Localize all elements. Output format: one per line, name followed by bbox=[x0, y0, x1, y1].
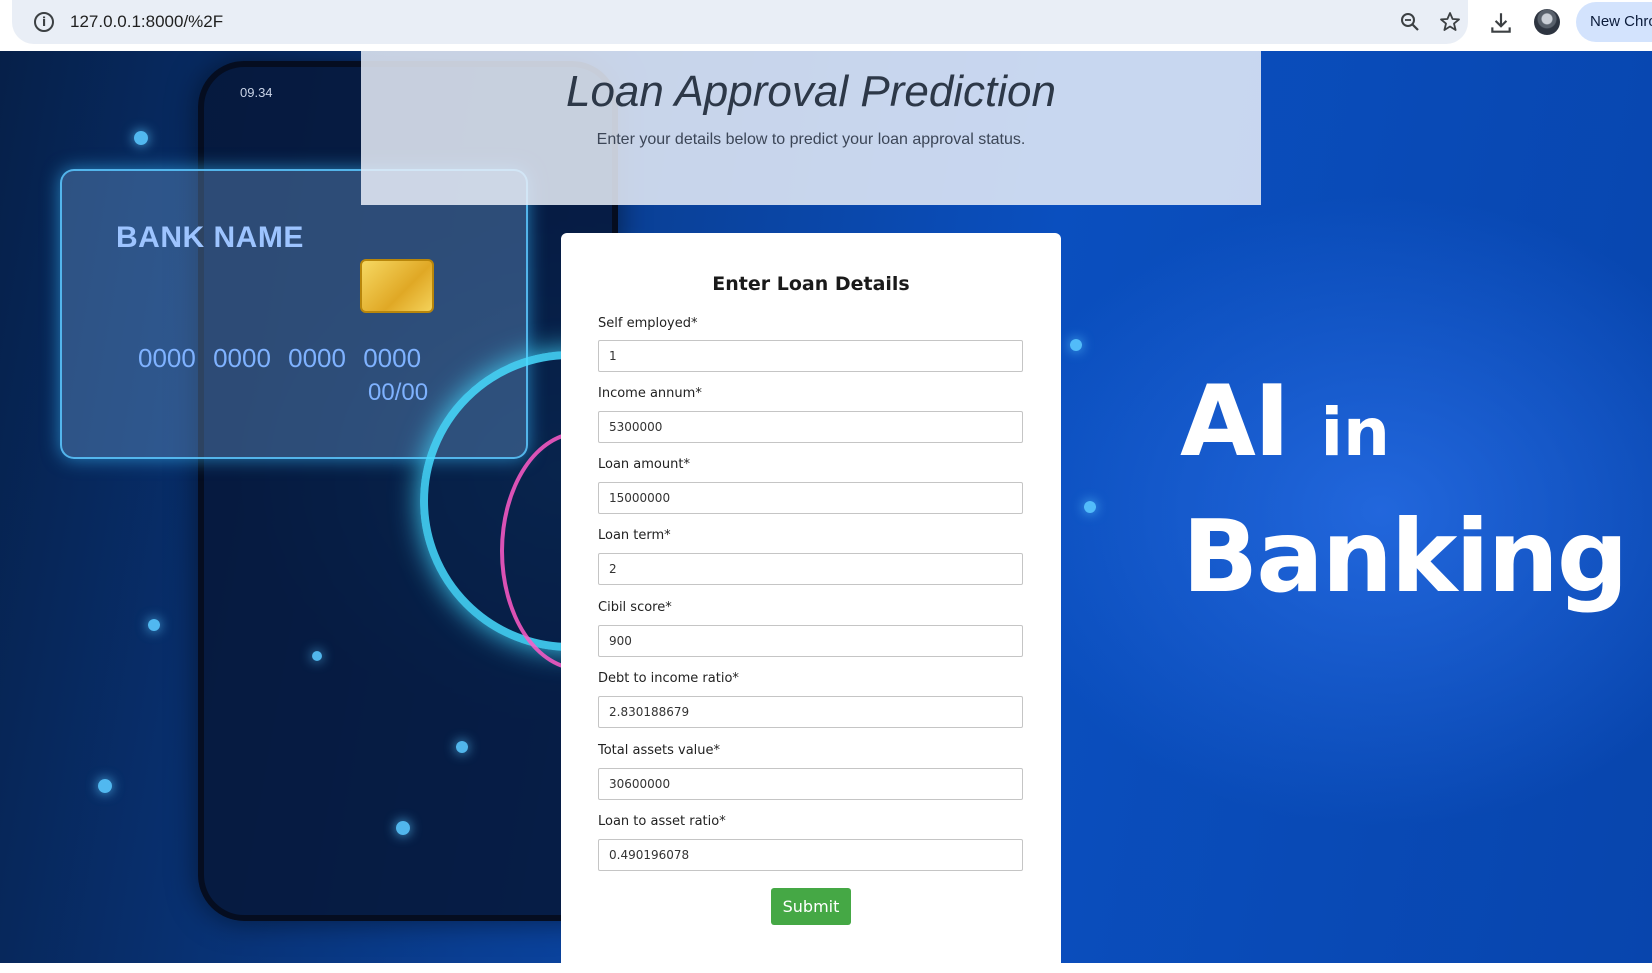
loan-amount-label: Loan amount* bbox=[598, 457, 690, 472]
phone-time: 09.34 bbox=[240, 85, 273, 100]
glow-dot bbox=[456, 741, 468, 753]
card-expiry: 00/00 bbox=[368, 379, 429, 406]
loan-form-card: Enter Loan Details Self employed* Income… bbox=[561, 233, 1061, 973]
form-title: Enter Loan Details bbox=[712, 273, 910, 295]
income-annum-label: Income annum* bbox=[598, 386, 702, 401]
loan-amount-input[interactable] bbox=[598, 482, 1023, 514]
glow-dot bbox=[1070, 339, 1082, 351]
profile-avatar[interactable] bbox=[1534, 9, 1560, 35]
total-assets-value-input[interactable] bbox=[598, 768, 1023, 800]
loan-term-input[interactable] bbox=[598, 553, 1023, 585]
star-icon[interactable] bbox=[1438, 10, 1462, 34]
loan-to-asset-ratio-input[interactable] bbox=[598, 839, 1023, 871]
total-assets-value-label: Total assets value* bbox=[598, 743, 721, 758]
self-employed-input[interactable] bbox=[598, 340, 1023, 372]
glow-dot bbox=[148, 619, 160, 631]
address-bar[interactable]: i 127.0.0.1:8000/%2F bbox=[12, 0, 1468, 44]
debt-to-income-ratio-label: Debt to income ratio* bbox=[598, 671, 739, 686]
page-subtitle: Enter your details below to predict your… bbox=[596, 131, 1026, 148]
glow-dot bbox=[1084, 501, 1096, 513]
info-icon[interactable]: i bbox=[34, 12, 54, 32]
cibil-score-label: Cibil score* bbox=[598, 600, 672, 615]
download-icon[interactable] bbox=[1488, 10, 1514, 36]
header-panel: Loan Approval Prediction Enter your deta… bbox=[361, 51, 1261, 205]
self-employed-label: Self employed* bbox=[598, 316, 698, 331]
new-chrome-button[interactable]: New Chrome bbox=[1576, 2, 1652, 42]
debt-to-income-ratio-input[interactable] bbox=[598, 696, 1023, 728]
income-annum-input[interactable] bbox=[598, 411, 1023, 443]
cibil-score-input[interactable] bbox=[598, 625, 1023, 657]
glow-dot bbox=[396, 821, 410, 835]
page-title: Loan Approval Prediction bbox=[565, 67, 1056, 116]
loan-term-label: Loan term* bbox=[598, 528, 671, 543]
headline-banking: Banking bbox=[1182, 498, 1628, 615]
glow-dot bbox=[134, 131, 148, 145]
zoom-icon[interactable] bbox=[1398, 10, 1422, 34]
card-chip-icon bbox=[360, 259, 434, 313]
address-bar-url[interactable]: 127.0.0.1:8000/%2F bbox=[70, 12, 223, 32]
loan-to-asset-ratio-label: Loan to asset ratio* bbox=[598, 814, 726, 829]
card-bank-name: BANK NAME bbox=[116, 221, 304, 254]
glow-dot bbox=[98, 779, 112, 793]
browser-toolbar: i 127.0.0.1:8000/%2F New Chrome bbox=[0, 0, 1652, 51]
glow-dot bbox=[312, 651, 322, 661]
headline-ai: AI in bbox=[1180, 365, 1391, 479]
card-number: 0000 0000 0000 0000 bbox=[138, 343, 422, 373]
submit-button[interactable]: Submit bbox=[771, 888, 851, 925]
